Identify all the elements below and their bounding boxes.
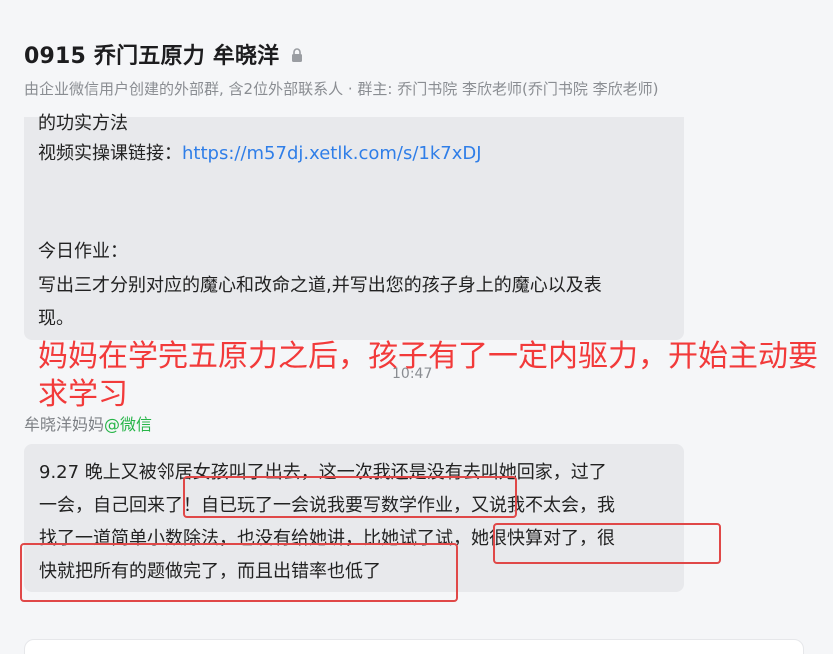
sender-name: 牟晓洋妈妈: [24, 415, 105, 434]
lock-icon: [291, 47, 303, 62]
highlight-box: [493, 523, 721, 564]
next-message-card[interactable]: [24, 639, 804, 654]
sender-label: 牟晓洋妈妈@微信: [24, 411, 152, 435]
group-title: 0915 乔门五原力 牟晓洋: [24, 44, 280, 69]
video-link-line: 视频实操课链接：https://m57dj.xetlk.com/s/1k7xDJ: [38, 139, 482, 165]
message-bubble[interactable]: 的功实方法 视频实操课链接：https://m57dj.xetlk.com/s/…: [24, 113, 684, 340]
chat-window: 0915 乔门五原力 牟晓洋 由企业微信用户创建的外部群, 含2位外部联系人 ·…: [0, 0, 833, 654]
group-subtitle: 由企业微信用户创建的外部群, 含2位外部联系人 · 群主: 乔门书院 李欣老师(…: [24, 80, 659, 98]
chat-header: 0915 乔门五原力 牟晓洋 由企业微信用户创建的外部群, 含2位外部联系人 ·…: [0, 0, 833, 116]
highlight-box: [183, 476, 517, 518]
homework-line: 现。: [38, 308, 74, 329]
video-link-label: 视频实操课链接：: [38, 143, 182, 164]
message-text-line: 的功实方法: [38, 113, 128, 134]
homework-line: 写出三才分别对应的魔心和改命之道,并写出您的孩子身上的魔心以及表: [38, 275, 602, 296]
video-link[interactable]: https://m57dj.xetlk.com/s/1k7xDJ: [182, 143, 482, 164]
homework-title: 今日作业：: [38, 241, 128, 262]
highlight-box: [20, 543, 458, 602]
sender-platform: @微信: [104, 415, 153, 434]
title-row: 0915 乔门五原力 牟晓洋: [24, 38, 303, 70]
annotation-text: 妈妈在学完五原力之后，孩子有了一定内驱力，开始主动要求学习: [38, 339, 818, 412]
